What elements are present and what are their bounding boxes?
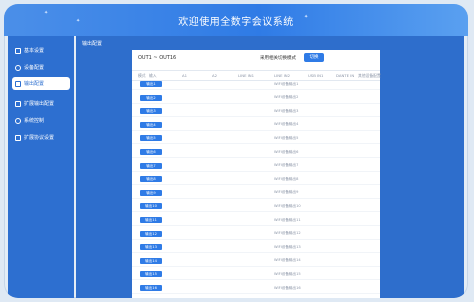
output-channel-button[interactable]: 输出2 xyxy=(140,94,162,101)
table-row: 输出11 WIFI设备输出11 xyxy=(132,216,380,226)
table-row: 输出3 WIFI设备输出3 xyxy=(132,107,380,118)
wifi-output-label: WIFI设备输出3 xyxy=(274,108,299,113)
table-row: 输出7 WIFI设备输出7 xyxy=(132,162,380,172)
wifi-output-label: WIFI设备输出15 xyxy=(274,271,301,276)
column-header: 输入 xyxy=(149,73,157,78)
output-channel-button[interactable]: 输出11 xyxy=(140,217,162,223)
output-channel-button[interactable]: 输出7 xyxy=(140,162,162,169)
wifi-output-label: WIFI设备输出6 xyxy=(274,149,299,154)
sidebar-item-output-config[interactable]: 输出配置 xyxy=(12,77,70,90)
output-channel-button[interactable]: 输出6 xyxy=(140,149,162,155)
table-row: 输出8 WIFI设备输出8 xyxy=(132,175,380,186)
title-bar: ✦ ✦ ✦ 欢迎使用全数字会议系统 xyxy=(4,4,468,36)
sidebar-item-label: 输出配置 xyxy=(24,81,45,87)
table-row: 输出4 WIFI设备输出4 xyxy=(132,121,380,131)
sidebar-item-label: 扩展输出配置 xyxy=(24,101,55,107)
protocol-icon xyxy=(15,134,21,141)
sidebar-item-label: 设备配置 xyxy=(24,65,45,71)
monitor-icon xyxy=(15,47,21,54)
output-channel-button[interactable]: 输出14 xyxy=(140,257,162,264)
power-icon xyxy=(15,117,21,124)
table-row: 输出5 WIFI设备输出5 xyxy=(132,134,380,145)
output-channel-button[interactable]: 输出8 xyxy=(140,176,162,183)
column-header: 模式 xyxy=(138,73,146,78)
wifi-output-label: WIFI设备输出13 xyxy=(274,244,301,249)
column-header: USB IN1 xyxy=(308,73,324,78)
sidebar-item-extended-output[interactable]: 扩展输出配置 xyxy=(12,97,70,110)
wifi-output-label: WIFI设备输出9 xyxy=(274,190,299,195)
output-channel-button[interactable]: 输出9 xyxy=(140,189,162,196)
sidebar-item-system-control[interactable]: 系统控制 xyxy=(12,114,70,127)
wifi-output-label: WIFI设备输出10 xyxy=(274,203,301,208)
table-row: 输出14 WIFI设备输出14 xyxy=(132,257,380,267)
column-header: A2 xyxy=(212,73,218,78)
table-row: 输出9 WIFI设备输出9 xyxy=(132,189,380,199)
mode-label: 采用相关切换模式 xyxy=(260,56,296,61)
wifi-output-label: WIFI设备输出11 xyxy=(274,217,301,222)
table-row: 输出13 WIFI设备输出13 xyxy=(132,243,380,254)
expand-icon xyxy=(15,100,21,107)
output-channel-button[interactable]: 输出10 xyxy=(140,203,162,210)
sidebar: 基本设置 设备配置 输出配置 扩展输出配置 系统控制 扩展协议设置 xyxy=(8,36,74,298)
column-header: A1 xyxy=(182,73,188,78)
app-window: ✦ ✦ ✦ 欢迎使用全数字会议系统 基本设置 设备配置 输出配置 扩展输出配置 … xyxy=(4,4,468,298)
wifi-output-label: WIFI设备输出2 xyxy=(274,95,299,100)
main-content: 输出配置 OUT1 ~ OUT16 采用相关切换模式 切换 模式 输入 A1 A… xyxy=(76,36,464,298)
output-channel-button[interactable]: 输出3 xyxy=(140,108,162,115)
wifi-output-label: WIFI设备输出1 xyxy=(274,81,299,86)
column-header: DANTE IN xyxy=(336,73,355,78)
column-header: 其他设备配置 xyxy=(358,73,381,78)
table-row: 输出10 WIFI设备输出10 xyxy=(132,202,380,213)
sidebar-item-label: 扩展协议设置 xyxy=(24,135,55,141)
output-icon xyxy=(15,80,21,87)
breadcrumb: 输出配置 xyxy=(82,41,103,47)
wifi-output-label: WIFI设备输出8 xyxy=(274,176,299,181)
table-row: 输出2 WIFI设备输出2 xyxy=(132,94,380,104)
table-row: 输出16 WIFI设备输出16 xyxy=(132,284,380,294)
output-channel-button[interactable]: 输出12 xyxy=(140,230,162,237)
table-row: 输出12 WIFI设备输出12 xyxy=(132,230,380,240)
sidebar-item-label: 系统控制 xyxy=(24,118,45,124)
sidebar-item-device-config[interactable]: 设备配置 xyxy=(12,61,70,74)
column-header: LINE IN1 xyxy=(238,73,255,78)
output-channel-button[interactable]: 输出15 xyxy=(140,271,162,278)
window-title: 欢迎使用全数字会议系统 xyxy=(178,17,294,28)
switch-button[interactable]: 切换 xyxy=(304,53,324,62)
output-channel-button[interactable]: 输出1 xyxy=(140,81,162,87)
sidebar-item-basic-settings[interactable]: 基本设置 xyxy=(12,44,70,57)
output-channel-button[interactable]: 输出16 xyxy=(140,285,162,291)
table-row: 输出15 WIFI设备输出15 xyxy=(132,270,380,281)
settings-icon xyxy=(15,64,21,71)
table-row: 输出6 WIFI设备输出6 xyxy=(132,148,380,158)
wifi-output-label: WIFI设备输出12 xyxy=(274,231,301,236)
wifi-output-label: WIFI设备输出16 xyxy=(274,285,301,290)
output-channel-button[interactable]: 输出5 xyxy=(140,135,162,142)
output-channel-button[interactable]: 输出13 xyxy=(140,244,162,251)
output-channel-button[interactable]: 输出4 xyxy=(140,121,162,128)
output-config-panel: OUT1 ~ OUT16 采用相关切换模式 切换 模式 输入 A1 A2 LIN… xyxy=(132,50,381,298)
wifi-output-label: WIFI设备输出5 xyxy=(274,135,299,140)
sidebar-item-label: 基本设置 xyxy=(24,48,45,54)
wifi-output-label: WIFI设备输出4 xyxy=(274,122,299,127)
sidebar-item-protocol-settings[interactable]: 扩展协议设置 xyxy=(12,131,70,144)
table-row: 输出1 WIFI设备输出1 xyxy=(132,80,380,90)
wifi-output-label: WIFI设备输出14 xyxy=(274,258,301,263)
wifi-output-label: WIFI设备输出7 xyxy=(274,163,299,168)
column-header: LINE IN2 xyxy=(274,73,291,78)
output-range-label: OUT1 ~ OUT16 xyxy=(138,55,177,61)
